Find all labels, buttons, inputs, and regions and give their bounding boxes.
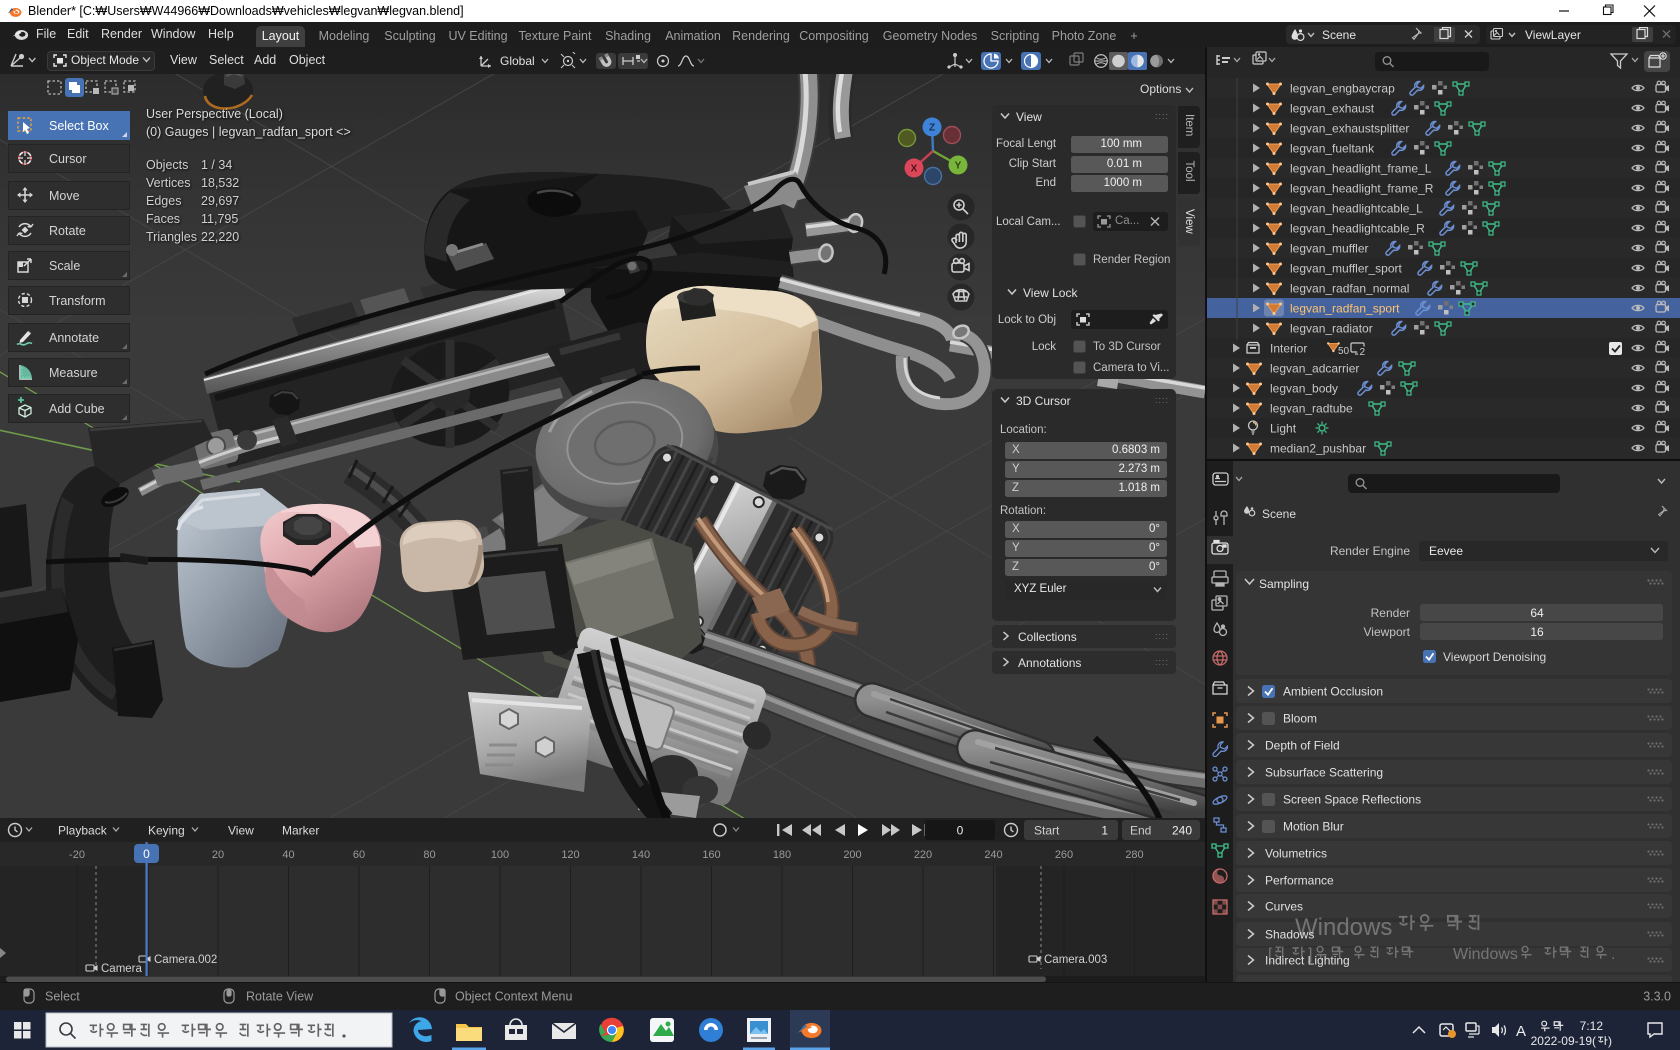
svg-text:160: 160 <box>702 849 720 861</box>
svg-text:180: 180 <box>773 849 791 861</box>
svg-text:Screen Space Reflections: Screen Space Reflections <box>1283 793 1421 807</box>
svg-text:220: 220 <box>914 849 932 861</box>
svg-text:1: 1 <box>1101 824 1108 838</box>
svg-text:Y: Y <box>955 161 962 172</box>
svg-text:200: 200 <box>843 849 861 861</box>
svg-text:legvan_radtube: legvan_radtube <box>1270 402 1353 416</box>
svg-text:Keying: Keying <box>148 824 185 838</box>
svg-text:legvan_headlight_frame_R: legvan_headlight_frame_R <box>1290 182 1434 196</box>
svg-text:A: A <box>1516 1023 1526 1040</box>
svg-text:legvan_body: legvan_body <box>1270 382 1338 396</box>
svg-text:Windows: Windows <box>1295 914 1392 941</box>
svg-text:Light: Light <box>1270 422 1297 436</box>
svg-text:]: ] <box>1308 946 1312 963</box>
svg-text:Render Engine: Render Engine <box>1330 544 1410 558</box>
svg-text:Performance: Performance <box>1265 874 1334 888</box>
svg-text:Rotate View: Rotate View <box>246 990 314 1004</box>
svg-text:40: 40 <box>282 849 294 861</box>
svg-text:legvan_fueltank: legvan_fueltank <box>1290 142 1375 156</box>
svg-text:legvan_exhaustsplitter: legvan_exhaustsplitter <box>1290 122 1409 136</box>
svg-text:Options: Options <box>1140 82 1181 96</box>
svg-text:-20: -20 <box>69 849 85 861</box>
svg-text:16: 16 <box>1530 625 1544 639</box>
svg-text:Camera.003: Camera.003 <box>1044 954 1107 966</box>
svg-text:Sampling: Sampling <box>1259 577 1309 591</box>
svg-text:Viewport: Viewport <box>1364 625 1411 639</box>
svg-text:.: . <box>1611 946 1615 963</box>
svg-text:Ambient Occlusion: Ambient Occlusion <box>1283 685 1383 699</box>
svg-text:0: 0 <box>957 824 964 838</box>
svg-text:legvan_headlightcable_R: legvan_headlightcable_R <box>1290 222 1425 236</box>
svg-text:Depth of Field: Depth of Field <box>1265 739 1340 753</box>
svg-text:140: 140 <box>632 849 650 861</box>
svg-text:Global: Global <box>500 54 535 68</box>
svg-text:Windows: Windows <box>1453 946 1518 963</box>
svg-text:Camera.002: Camera.002 <box>154 954 217 966</box>
svg-text:Bloom: Bloom <box>1283 712 1317 726</box>
svg-text:legvan_muffler: legvan_muffler <box>1290 242 1369 256</box>
svg-text:Z: Z <box>929 123 935 134</box>
svg-text:legvan_headlightcable_L: legvan_headlightcable_L <box>1290 202 1423 216</box>
svg-text:Eevee: Eevee <box>1429 544 1463 558</box>
svg-text:legvan_exhaust: legvan_exhaust <box>1290 102 1375 116</box>
svg-text:legvan_headlight_frame_L: legvan_headlight_frame_L <box>1290 162 1432 176</box>
svg-text:120: 120 <box>561 849 579 861</box>
svg-text:legvan_radfan_sport: legvan_radfan_sport <box>1290 302 1400 316</box>
svg-text:Scene: Scene <box>1262 507 1296 521</box>
svg-text:3.3.0: 3.3.0 <box>1643 990 1671 1004</box>
svg-text:Select: Select <box>45 990 80 1004</box>
svg-text:legvan_muffler_sport: legvan_muffler_sport <box>1290 262 1403 276</box>
svg-text:60: 60 <box>353 849 365 861</box>
svg-text:Object Context Menu: Object Context Menu <box>455 990 572 1004</box>
svg-text:legvan_engbaycrap: legvan_engbaycrap <box>1290 82 1395 96</box>
svg-text:Interior: Interior <box>1270 342 1307 356</box>
svg-text:Curves: Curves <box>1265 900 1303 914</box>
svg-text:View: View <box>228 824 254 838</box>
svg-text:280: 280 <box>1125 849 1143 861</box>
svg-text:Viewport Denoising: Viewport Denoising <box>1443 650 1546 664</box>
svg-text:7:12: 7:12 <box>1580 1019 1604 1033</box>
svg-text:median2_pushbar: median2_pushbar <box>1270 442 1366 456</box>
svg-text:Render: Render <box>1371 606 1410 620</box>
svg-text:Subsurface Scattering: Subsurface Scattering <box>1265 766 1383 780</box>
svg-text:Start: Start <box>1034 824 1060 838</box>
svg-text:2: 2 <box>1360 347 1366 358</box>
svg-text:100: 100 <box>491 849 509 861</box>
svg-text:20: 20 <box>212 849 224 861</box>
svg-text:legvan_radiator: legvan_radiator <box>1290 322 1373 336</box>
svg-text:50: 50 <box>1338 346 1350 357</box>
svg-text:260: 260 <box>1055 849 1073 861</box>
svg-text:Volumetrics: Volumetrics <box>1265 847 1327 861</box>
svg-text:64: 64 <box>1530 606 1544 620</box>
svg-text:0: 0 <box>143 847 150 861</box>
svg-text:80: 80 <box>423 849 435 861</box>
svg-text:): ) <box>1608 1034 1612 1048</box>
svg-text:X: X <box>911 164 918 175</box>
svg-text:2022-09-19(: 2022-09-19( <box>1531 1034 1596 1048</box>
svg-text:legvan_radfan_normal: legvan_radfan_normal <box>1290 282 1409 296</box>
svg-text:legvan_adcarrier: legvan_adcarrier <box>1270 362 1359 376</box>
svg-text:[: [ <box>1268 946 1273 963</box>
svg-text:240: 240 <box>1172 824 1192 838</box>
svg-text:Motion Blur: Motion Blur <box>1283 820 1344 834</box>
svg-text:End: End <box>1130 824 1151 838</box>
svg-text:Playback: Playback <box>58 824 108 838</box>
svg-text:Marker: Marker <box>282 824 319 838</box>
svg-text:Camera: Camera <box>101 963 143 975</box>
svg-text:240: 240 <box>984 849 1002 861</box>
